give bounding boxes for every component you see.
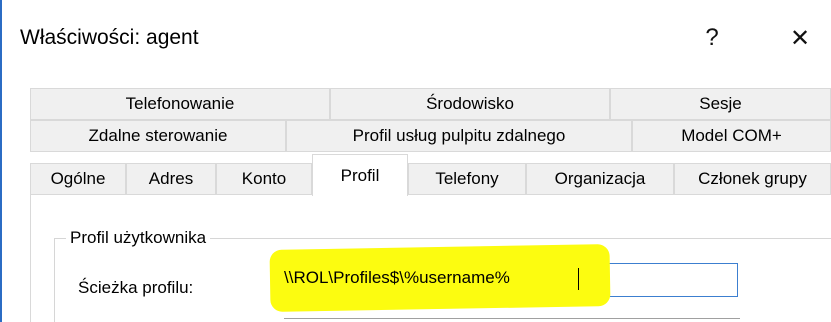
tab-sesje[interactable]: Sesje: [610, 88, 831, 120]
tab-adres[interactable]: Adres: [126, 163, 216, 195]
tab-ogolne[interactable]: Ogólne: [30, 163, 126, 195]
profile-path-label: Ścieżka profilu:: [78, 278, 194, 297]
tab-zdalne-sterowanie[interactable]: Zdalne sterowanie: [30, 120, 286, 152]
tab-organizacja[interactable]: Organizacja: [526, 163, 674, 195]
tab-telefonowanie[interactable]: Telefonowanie: [30, 88, 330, 120]
group-label: Profil użytkownika: [66, 228, 211, 248]
text-caret: [578, 268, 579, 290]
tab-profil[interactable]: Profil: [312, 154, 408, 196]
tab-profil-uslug-pulpitu[interactable]: Profil usług pulpitu zdalnego: [286, 120, 632, 152]
tab-telefony[interactable]: Telefony: [408, 163, 526, 195]
tab-konto[interactable]: Konto: [216, 163, 312, 195]
tab-czlonek-grupy[interactable]: Członek grupy: [674, 163, 831, 195]
profile-path-value[interactable]: \\ROL\Profiles$\%username%: [284, 268, 510, 288]
tab-srodowisko[interactable]: Środowisko: [330, 88, 610, 120]
tab-model-com[interactable]: Model COM+: [632, 120, 831, 152]
logon-script-input[interactable]: [284, 318, 740, 322]
